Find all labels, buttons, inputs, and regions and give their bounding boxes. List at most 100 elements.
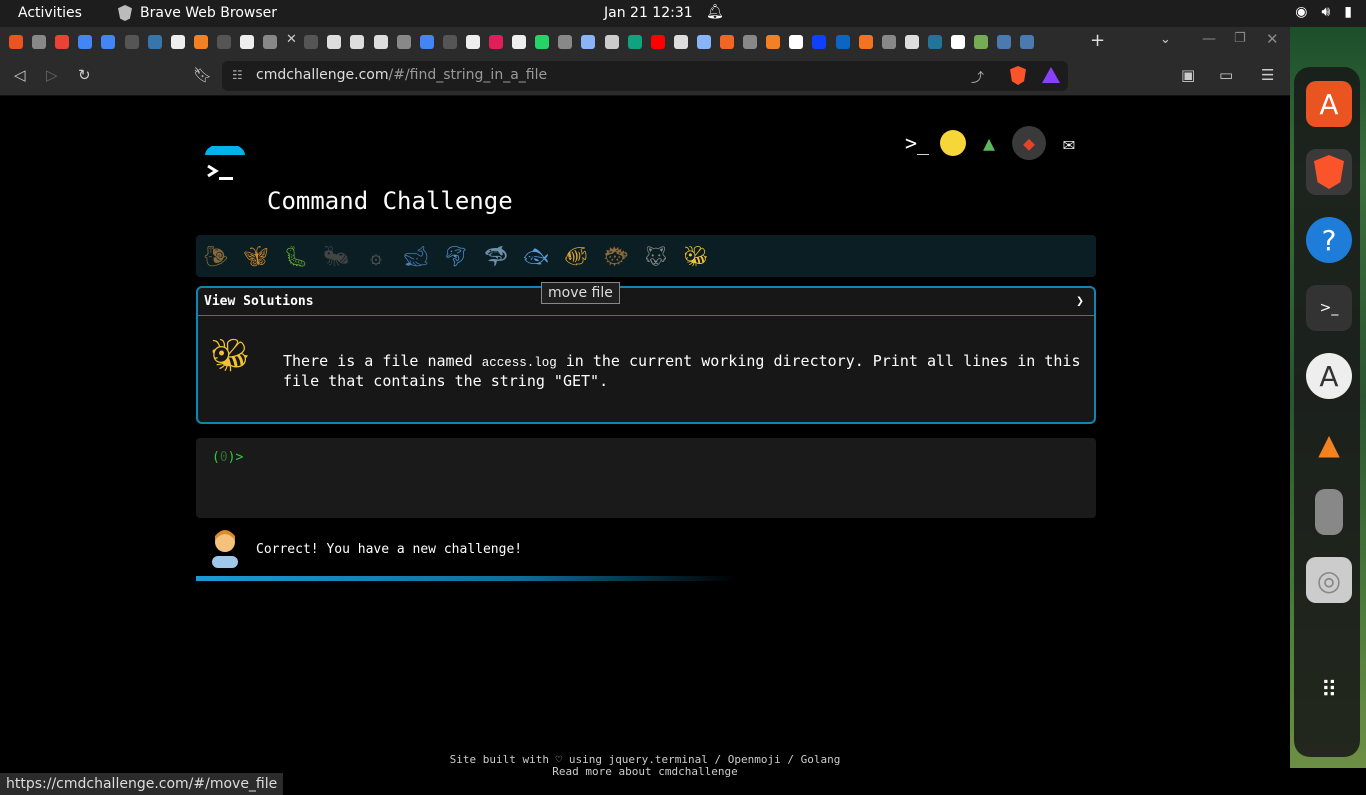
url-domain: cmdchallenge.com: [256, 67, 389, 83]
stackoverflow-icon[interactable]: [193, 35, 208, 49]
wolf-icon[interactable]: 🐺︎: [642, 242, 670, 270]
caterpillar-icon[interactable]: 🐛︎: [282, 242, 310, 270]
github-icon[interactable]: [373, 35, 388, 49]
help-icon[interactable]: ?: [1306, 217, 1352, 263]
minimize-button[interactable]: —: [1202, 31, 1216, 47]
brave-shields-icon[interactable]: [1010, 66, 1026, 85]
close-window-button[interactable]: ✕: [1266, 30, 1279, 48]
github-icon[interactable]: [350, 35, 365, 49]
terminal-icon[interactable]: >_: [1306, 285, 1352, 331]
gmail-icon[interactable]: [55, 35, 70, 49]
reload-button[interactable]: ↻: [78, 66, 91, 84]
alt-icon[interactable]: [442, 35, 457, 49]
dolphin-icon[interactable]: 🐬︎: [442, 242, 470, 270]
menu-icon[interactable]: ☰: [1261, 66, 1274, 84]
hd-icon[interactable]: [858, 35, 873, 49]
brave-rewards-icon[interactable]: [1042, 67, 1060, 83]
software-updater-icon[interactable]: A: [1306, 353, 1352, 399]
google-icon[interactable]: [419, 35, 434, 49]
globe-icon[interactable]: [396, 35, 411, 49]
museum-icon[interactable]: [673, 35, 688, 49]
chatgpt-icon[interactable]: [627, 35, 642, 49]
fish-icon[interactable]: 🐟︎: [522, 242, 550, 270]
cube-icon[interactable]: [465, 35, 480, 49]
whatsapp-icon[interactable]: [535, 35, 550, 49]
python-icon[interactable]: [147, 35, 162, 49]
whale-icon[interactable]: 🐋︎: [402, 242, 430, 270]
github-icon[interactable]: [327, 35, 342, 49]
globe-icon[interactable]: [881, 35, 896, 49]
github-icon[interactable]: [904, 35, 919, 49]
globe-icon[interactable]: [558, 35, 573, 49]
wordpress-icon[interactable]: [927, 35, 942, 49]
gemini-icon[interactable]: [696, 35, 711, 49]
chevron-down-icon[interactable]: ⌄: [1160, 32, 1171, 47]
globe-icon[interactable]: [263, 35, 278, 49]
youtube-icon[interactable]: [650, 35, 665, 49]
stackoverflow-icon[interactable]: [766, 35, 781, 49]
disc-icon[interactable]: ◎: [1306, 557, 1352, 603]
wikipedia-icon[interactable]: [512, 35, 527, 49]
site-info-icon[interactable]: ☷: [232, 68, 243, 82]
butterfly-icon[interactable]: 🦋︎: [242, 242, 270, 270]
alt-icon[interactable]: [216, 35, 231, 49]
system-tray[interactable]: ◉ 🔊︎ ▮: [1295, 4, 1352, 20]
vlc-icon[interactable]: ▲: [1306, 421, 1352, 467]
ls-icon[interactable]: [720, 35, 734, 49]
wikipedia-icon[interactable]: [240, 35, 254, 49]
ubuntu-icon[interactable]: [9, 35, 23, 49]
snail-icon[interactable]: 🐌︎: [202, 242, 230, 270]
slack-icon[interactable]: [489, 35, 503, 49]
globe-icon[interactable]: [743, 35, 758, 49]
bottle-icon[interactable]: [974, 35, 989, 49]
show-apps-icon[interactable]: ⠿: [1306, 667, 1352, 713]
bookmark-icon[interactable]: 🔖︎: [193, 66, 212, 84]
maximize-button[interactable]: ❐: [1234, 31, 1246, 46]
social-links: >_ ▲ ◆ ✉: [900, 126, 1086, 160]
h-icon[interactable]: [951, 35, 965, 49]
removable-drive-icon[interactable]: [1315, 489, 1343, 535]
gitlab-icon[interactable]: ◆: [1012, 126, 1046, 160]
cap-icon[interactable]: [997, 35, 1012, 49]
cap-icon[interactable]: [1020, 35, 1035, 49]
close-tab-button[interactable]: ✕: [286, 32, 297, 47]
app-center-icon[interactable]: A: [1306, 81, 1352, 127]
x-icon[interactable]: [789, 35, 804, 49]
tree-icon[interactable]: ▲: [972, 126, 1006, 160]
ant-icon[interactable]: 🐜︎: [322, 242, 350, 270]
alt-icon[interactable]: [304, 35, 319, 49]
url-text[interactable]: cmdchallenge.com/#/find_string_in_a_file: [256, 67, 547, 83]
spiral-icon[interactable]: ۞: [362, 242, 390, 270]
globe-icon[interactable]: [32, 35, 47, 49]
share-icon[interactable]: ⤴: [971, 67, 984, 86]
thinking-face-icon[interactable]: [940, 130, 966, 156]
openai-icon[interactable]: [604, 35, 619, 49]
terminal-link-icon[interactable]: >_: [900, 126, 934, 160]
google-icon[interactable]: [78, 35, 93, 49]
tropical-fish-icon[interactable]: 🐠︎: [562, 242, 590, 270]
navigation-bar: ◁ ▷ ↻ 🔖︎ ☷ cmdchallenge.com/#/find_strin…: [0, 57, 1290, 96]
bee-icon[interactable]: 🐝︎: [682, 242, 710, 270]
clock[interactable]: Jan 21 12:31: [604, 5, 693, 21]
linkedin-icon[interactable]: [835, 35, 850, 49]
wallet-icon[interactable]: ▭: [1219, 66, 1233, 84]
gemini-icon[interactable]: [581, 35, 596, 49]
new-tab-button[interactable]: +: [1090, 30, 1105, 51]
activities-button[interactable]: Activities: [18, 5, 82, 21]
sidebar-icon[interactable]: ▣: [1181, 66, 1195, 84]
brave-browser-icon[interactable]: [1306, 149, 1352, 195]
view-solutions-header[interactable]: View Solutions ❯: [198, 288, 1094, 316]
google-icon[interactable]: [101, 35, 116, 49]
blowfish-icon[interactable]: 🐡︎: [602, 242, 630, 270]
app-menu[interactable]: Brave Web Browser: [118, 5, 277, 21]
bi-icon[interactable]: [812, 35, 827, 49]
forward-button[interactable]: ▷: [46, 66, 58, 84]
wikipedia-icon[interactable]: [170, 35, 185, 49]
address-bar[interactable]: ☷ cmdchallenge.com/#/find_string_in_a_fi…: [222, 61, 1068, 91]
alt-icon[interactable]: [124, 35, 139, 49]
terminal-prompt: (0)>: [212, 450, 244, 465]
back-button[interactable]: ◁: [14, 66, 26, 84]
shark-icon[interactable]: 🦈︎: [482, 242, 510, 270]
terminal-input[interactable]: (0)>: [196, 438, 1096, 518]
mail-icon[interactable]: ✉: [1052, 126, 1086, 160]
